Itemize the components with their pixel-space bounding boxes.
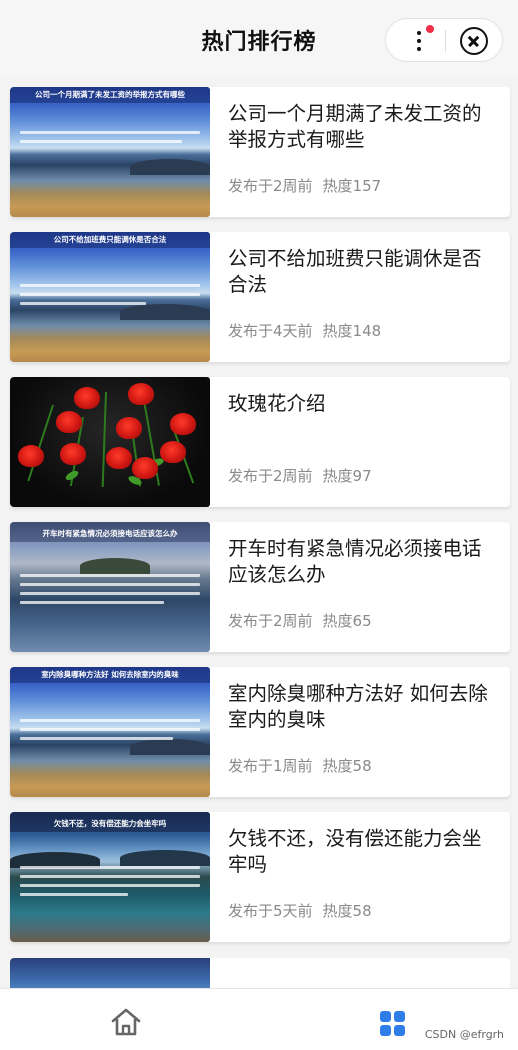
article-card[interactable]: 开车时有紧急情况必须接电话应该怎么办 开车时有紧急情况必须接电话应该怎么办 发布… xyxy=(10,522,510,652)
article-meta: 发布于2周前 热度65 xyxy=(228,610,372,631)
navigation-bar: 热门排行榜 xyxy=(0,0,518,76)
article-heat: 热度58 xyxy=(322,902,372,920)
article-posted-time: 发布于4天前 xyxy=(228,322,313,340)
article-heat: 热度157 xyxy=(322,177,382,195)
article-meta: 发布于5天前 热度58 xyxy=(228,900,372,921)
watermark-text: CSDN @efrgrh xyxy=(424,1028,504,1041)
thumbnail-caption: 欠钱不还，没有偿还能力会坐牢吗 xyxy=(53,819,167,828)
article-title: 欠钱不还，没有偿还能力会坐牢吗 xyxy=(228,827,482,876)
article-card[interactable]: 室内除臭哪种方法好 如何去除室内的臭味 室内除臭哪种方法好 如何去除室内的臭味 … xyxy=(10,667,510,797)
article-title: 开车时有紧急情况必须接电话应该怎么办 xyxy=(228,537,482,586)
article-heat: 热度58 xyxy=(322,757,372,775)
article-thumbnail xyxy=(10,958,210,988)
notification-dot xyxy=(426,25,434,33)
article-thumbnail: 室内除臭哪种方法好 如何去除室内的臭味 xyxy=(10,667,210,797)
article-title: 公司一个月期满了未发工资的举报方式有哪些 xyxy=(228,102,482,151)
article-card[interactable]: 玫瑰花介绍 发布于2周前 热度97 xyxy=(10,377,510,507)
capsule-divider xyxy=(445,30,446,52)
article-heat: 热度148 xyxy=(322,322,382,340)
article-meta: 发布于4天前 热度148 xyxy=(228,320,381,341)
article-posted-time: 发布于2周前 xyxy=(228,177,313,195)
article-thumbnail: 公司不给加班费只能调休是否合法 xyxy=(10,232,210,362)
article-card-partial[interactable] xyxy=(10,958,510,988)
article-heat: 热度65 xyxy=(322,612,372,630)
article-card[interactable]: 公司一个月期满了未发工资的举报方式有哪些 公司一个月期满了未发工资的举报方式有哪… xyxy=(10,87,510,217)
article-posted-time: 发布于5天前 xyxy=(228,902,313,920)
article-heat: 热度97 xyxy=(322,467,372,485)
article-posted-time: 发布于2周前 xyxy=(228,467,313,485)
rose-photo-thumbnail xyxy=(10,377,210,507)
bottom-tab-bar: CSDN @efrgrh xyxy=(0,988,518,1050)
article-title: 玫瑰花介绍 xyxy=(228,392,326,415)
thumbnail-caption: 开车时有紧急情况必须接电话应该怎么办 xyxy=(42,529,178,538)
thumbnail-caption: 室内除臭哪种方法好 如何去除室内的臭味 xyxy=(41,670,179,679)
ranking-list[interactable]: 公司一个月期满了未发工资的举报方式有哪些 公司一个月期满了未发工资的举报方式有哪… xyxy=(0,76,518,988)
article-thumbnail: 公司一个月期满了未发工资的举报方式有哪些 xyxy=(10,87,210,217)
article-card[interactable]: 公司不给加班费只能调休是否合法 公司不给加班费只能调休是否合法 发布于4天前 热度… xyxy=(10,232,510,362)
grid-icon[interactable] xyxy=(380,1011,406,1037)
article-thumbnail: 开车时有紧急情况必须接电话应该怎么办 xyxy=(10,522,210,652)
thumbnail-caption: 公司一个月期满了未发工资的举报方式有哪些 xyxy=(35,90,185,99)
mini-program-capsule xyxy=(385,18,503,62)
thumbnail-caption: 公司不给加班费只能调休是否合法 xyxy=(53,235,167,244)
article-title: 室内除臭哪种方法好 如何去除室内的臭味 xyxy=(228,682,488,731)
article-posted-time: 发布于1周前 xyxy=(228,757,313,775)
article-title: 公司不给加班费只能调休是否合法 xyxy=(228,247,482,296)
article-meta: 发布于1周前 热度58 xyxy=(228,755,372,776)
home-icon[interactable] xyxy=(110,1007,142,1037)
close-circle-icon[interactable] xyxy=(460,27,488,55)
article-card[interactable]: 欠钱不还，没有偿还能力会坐牢吗 欠钱不还，没有偿还能力会坐牢吗 发布于5天前 热度… xyxy=(10,812,510,942)
article-thumbnail: 欠钱不还，没有偿还能力会坐牢吗 xyxy=(10,812,210,942)
article-posted-time: 发布于2周前 xyxy=(228,612,313,630)
article-meta: 发布于2周前 热度97 xyxy=(228,465,372,486)
article-meta: 发布于2周前 热度157 xyxy=(228,175,381,196)
